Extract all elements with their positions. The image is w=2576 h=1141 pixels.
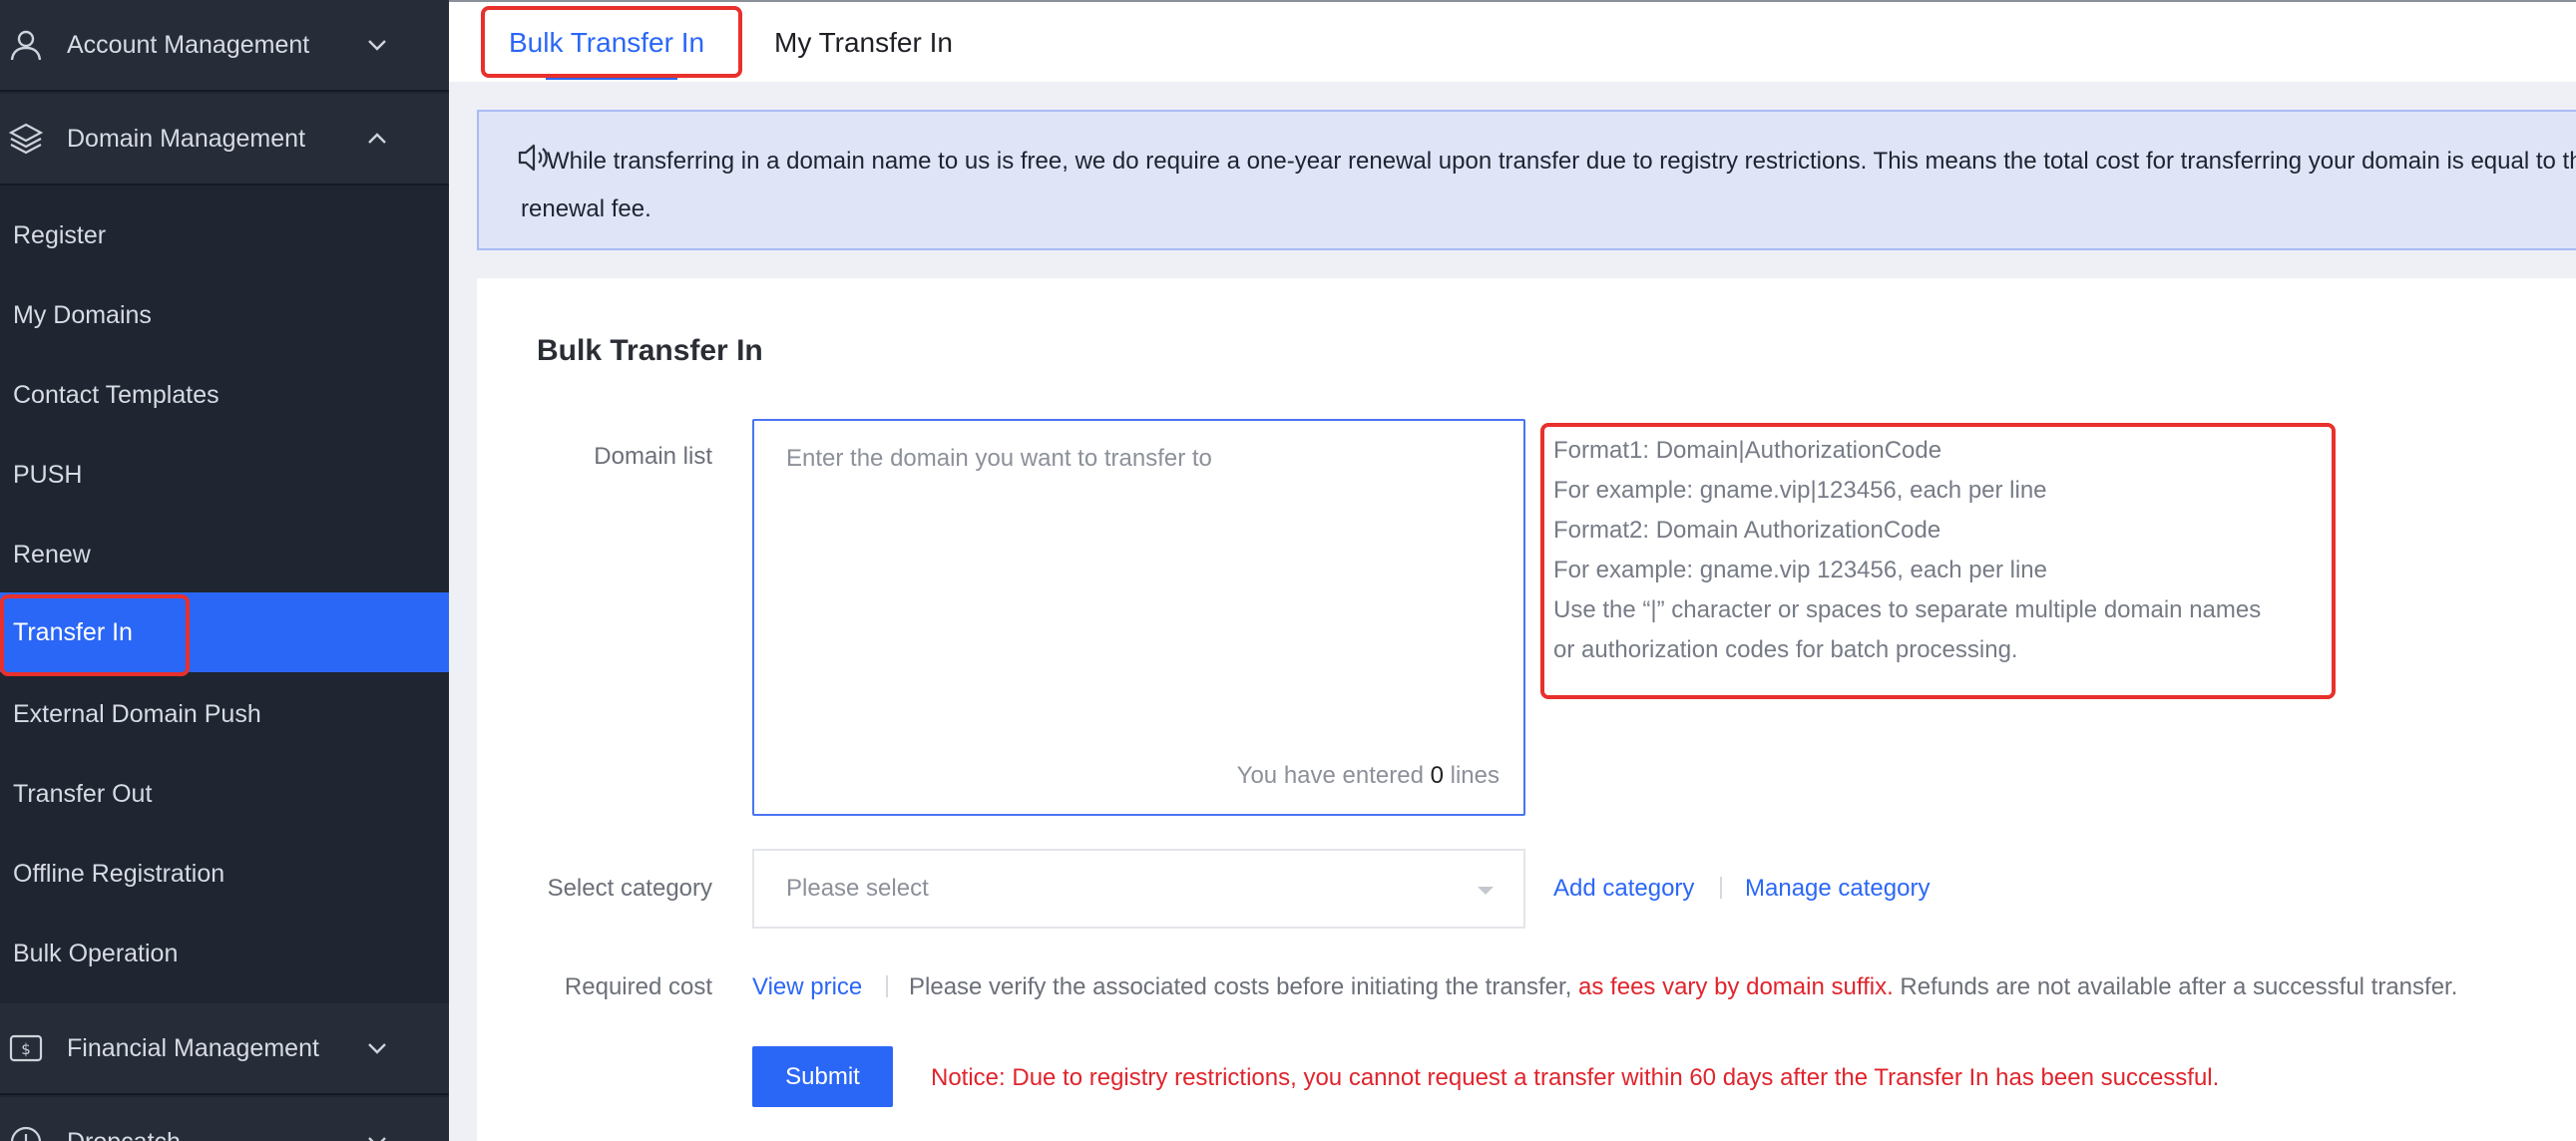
banner-text: While transferring in a domain name to u…	[521, 148, 2576, 222]
domain-list-placeholder: Enter the domain you want to transfer to	[786, 445, 1212, 472]
domain-list-textarea[interactable]: Enter the domain you want to transfer to…	[752, 419, 1525, 816]
link-separator	[1720, 877, 1722, 899]
page-title: Bulk Transfer In	[537, 334, 763, 367]
sidebar-item-my-domains[interactable]: My Domains	[0, 275, 449, 355]
hint-line: or authorization codes for batch process…	[1553, 636, 2018, 663]
chevron-up-icon	[363, 125, 391, 153]
domain-list-label: Domain list	[594, 443, 712, 470]
sidebar-item-external-domain-push[interactable]: External Domain Push	[0, 674, 449, 754]
user-icon	[8, 27, 44, 63]
cost-label: Required cost	[564, 973, 712, 1000]
view-price-link[interactable]: View price	[752, 973, 862, 1001]
active-tab-indicator	[546, 76, 677, 80]
tab-bulk-transfer-in[interactable]: Bulk Transfer In	[509, 2, 704, 84]
nav-group-account-management[interactable]: Account Management	[0, 0, 449, 92]
hint-line: Use the “|” character or spaces to separ…	[1553, 596, 2262, 623]
nav-group-label: Domain Management	[67, 124, 306, 153]
transfer-notice: Notice: Due to registry restrictions, yo…	[931, 1064, 2220, 1091]
hint-line: For example: gname.vip 123456, each per …	[1553, 557, 2047, 583]
sidebar-item-contact-templates[interactable]: Contact Templates	[0, 355, 449, 435]
nav-group-label: Financial Management	[67, 1033, 319, 1062]
caret-down-icon	[1478, 887, 1494, 895]
line-count: You have entered 0 lines	[1236, 762, 1500, 789]
category-placeholder: Please select	[786, 875, 929, 902]
sidebar-item-offline-registration[interactable]: Offline Registration	[0, 834, 449, 914]
sidebar: Account Management Domain Management Reg…	[0, 0, 449, 1141]
bulk-transfer-card: Bulk Transfer In Domain list Enter the d…	[477, 278, 2576, 1141]
chevron-down-icon	[363, 1128, 391, 1141]
tab-my-transfer-in[interactable]: My Transfer In	[774, 2, 953, 84]
nav-group-label: Dropcatch	[67, 1128, 181, 1141]
sidebar-item-renew[interactable]: Renew	[0, 515, 449, 594]
submit-button[interactable]: Submit	[752, 1046, 893, 1107]
category-select[interactable]: Please select	[752, 849, 1525, 929]
svg-text:$: $	[21, 1040, 31, 1058]
clock-icon	[8, 1124, 44, 1141]
nav-group-label: Account Management	[67, 30, 310, 59]
hint-line: Format2: Domain AuthorizationCode	[1553, 517, 1941, 544]
nav-group-domain-management[interactable]: Domain Management	[0, 94, 449, 186]
sidebar-item-register[interactable]: Register	[0, 195, 449, 275]
hint-line: For example: gname.vip|123456, each per …	[1553, 477, 2047, 504]
nav-group-financial-management[interactable]: $ Financial Management	[0, 1003, 449, 1095]
tab-bar: Bulk Transfer In My Transfer In	[449, 0, 2576, 82]
chevron-down-icon	[363, 31, 391, 59]
link-separator	[886, 975, 888, 997]
manage-category-link[interactable]: Manage category	[1745, 875, 1930, 903]
cost-description: Please verify the associated costs befor…	[909, 973, 2458, 1000]
sidebar-item-transfer-in[interactable]: Transfer In	[0, 592, 449, 672]
sidebar-item-bulk-operation[interactable]: Bulk Operation	[0, 914, 449, 993]
add-category-link[interactable]: Add category	[1553, 875, 1694, 903]
chevron-down-icon	[363, 1034, 391, 1062]
notice-banner: While transferring in a domain name to u…	[477, 110, 2576, 250]
sidebar-item-push[interactable]: PUSH	[0, 435, 449, 515]
category-label: Select category	[547, 875, 712, 902]
hint-line: Format1: Domain|AuthorizationCode	[1553, 437, 1942, 464]
layers-icon	[8, 121, 44, 157]
wallet-icon: $	[8, 1030, 44, 1066]
nav-group-dropcatch[interactable]: Dropcatch	[0, 1097, 449, 1141]
format-hint: Format1: Domain|AuthorizationCode For ex…	[1553, 431, 2261, 670]
sidebar-item-transfer-out[interactable]: Transfer Out	[0, 754, 449, 834]
